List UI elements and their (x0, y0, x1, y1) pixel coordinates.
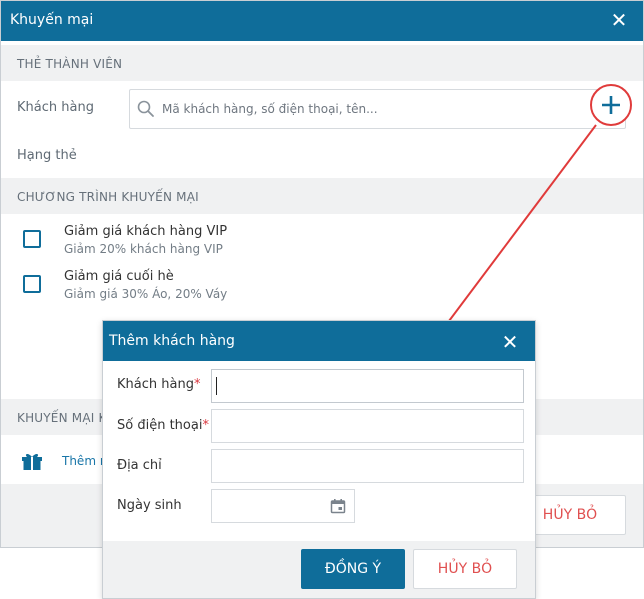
promotion-dialog-header: Khuyến mại ✕ (1, 1, 643, 41)
close-icon[interactable]: ✕ (609, 10, 629, 30)
add-customer-cancel-button[interactable]: HỦY BỎ (413, 549, 517, 589)
promotion2-section-title: KHUYẾN MẠI K (17, 411, 107, 425)
customer-label: Khách hàng (17, 100, 94, 115)
customer-search-box[interactable] (129, 89, 626, 129)
birthday-label: Ngày sinh (117, 498, 182, 513)
promotion-section-header: CHƯƠNG TRÌNH KHUYẾN MẠI (1, 178, 643, 214)
calendar-icon[interactable] (330, 498, 346, 518)
promotion-name-vip: Giảm giá khách hàng VIP (64, 224, 228, 239)
promotion-checkbox-summer[interactable] (23, 275, 41, 293)
phone-input[interactable] (211, 409, 524, 443)
promotion-section-title: CHƯƠNG TRÌNH KHUYẾN MẠI (17, 190, 199, 204)
plus-icon (602, 96, 620, 114)
promotion-desc-summer: Giảm giá 30% Áo, 20% Váy (64, 287, 228, 301)
add-customer-dialog: Thêm khách hàng ✕ Khách hàng* Số điện th… (102, 320, 536, 599)
confirm-button[interactable]: ĐỒNG Ý (301, 549, 405, 589)
promotion-desc-vip: Giảm 20% khách hàng VIP (64, 242, 223, 256)
card-rank-label: Hạng thẻ (17, 148, 77, 163)
member-card-section-title: THẺ THÀNH VIÊN (17, 57, 123, 71)
member-card-section-header: THẺ THÀNH VIÊN (1, 45, 643, 81)
text-caret (216, 377, 217, 395)
gift-icon (21, 451, 43, 475)
search-icon (136, 99, 156, 123)
promotion-checkbox-vip[interactable] (23, 230, 41, 248)
close-icon[interactable]: ✕ (500, 332, 520, 352)
customer-name-input[interactable] (211, 369, 524, 403)
promotion-dialog-title: Khuyến mại (10, 12, 94, 28)
customer-name-label: Khách hàng* (117, 377, 201, 392)
customer-search-input[interactable] (162, 98, 582, 120)
address-input[interactable] (211, 449, 524, 483)
add-customer-dialog-title: Thêm khách hàng (109, 333, 235, 349)
address-label: Địa chỉ (117, 458, 162, 473)
phone-label: Số điện thoại* (117, 418, 209, 433)
promotion-name-summer: Giảm giá cuối hè (64, 269, 174, 284)
add-customer-dialog-header: Thêm khách hàng ✕ (103, 321, 535, 361)
birthday-date-input[interactable] (211, 489, 355, 523)
add-customer-button[interactable] (590, 84, 632, 126)
